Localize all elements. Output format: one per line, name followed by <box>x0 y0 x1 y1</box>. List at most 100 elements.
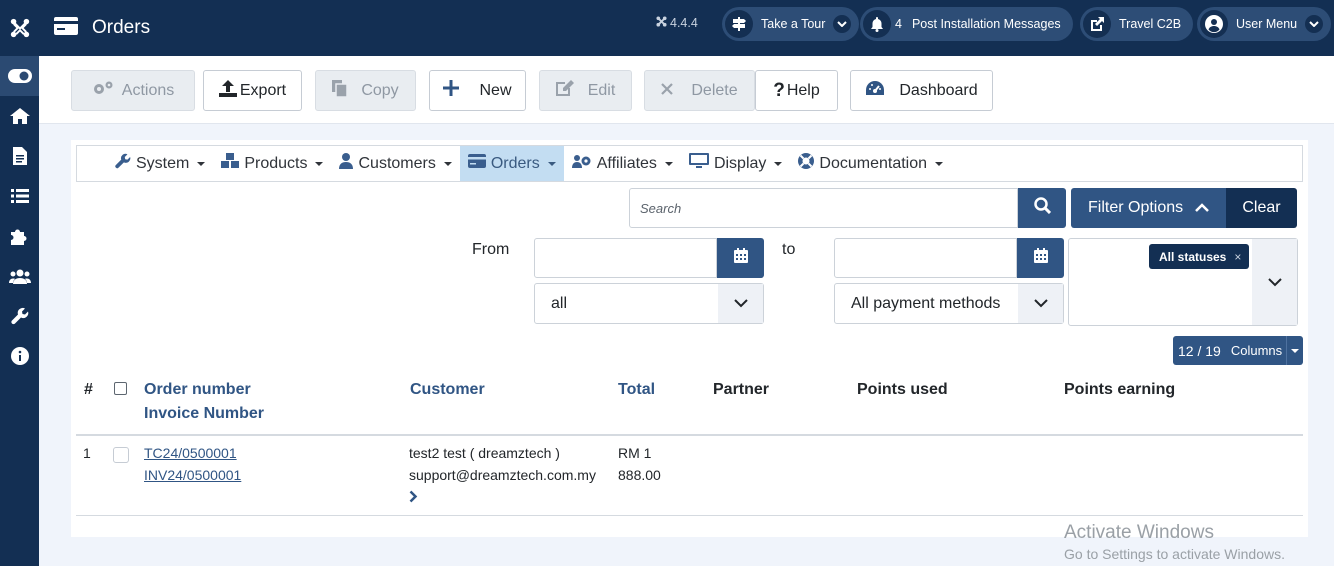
remove-tag-icon[interactable]: × <box>1234 250 1241 264</box>
chevron-down-icon <box>718 284 763 323</box>
export-button[interactable]: Export <box>203 70 302 111</box>
filter-options-button[interactable]: Filter Options <box>1071 188 1226 228</box>
to-date-input[interactable] <box>834 238 1017 278</box>
help-button[interactable]: ? Help <box>755 70 838 111</box>
table-row-divider <box>76 515 1303 516</box>
order-total: RM 1 <box>618 445 652 461</box>
credit-card-icon <box>467 154 486 173</box>
component-menu-bar: System Products Customers Orders Affilia… <box>76 145 1303 182</box>
col-header-points-used: Points used <box>857 381 948 398</box>
order-number-link[interactable]: TC24/0500001 <box>144 445 237 461</box>
plus-icon <box>443 80 460 101</box>
left-sidebar <box>0 0 39 566</box>
delete-button[interactable]: Delete <box>644 70 755 111</box>
row-number: 1 <box>83 445 91 461</box>
gears-icon <box>92 80 114 101</box>
menu-system[interactable]: System <box>107 146 213 181</box>
table-header-divider <box>76 434 1303 436</box>
header-bar: Orders 4.4.4 Take a Tour 4 Post Installa… <box>39 0 1334 56</box>
from-date-input[interactable] <box>534 238 717 278</box>
home-icon[interactable] <box>0 96 39 136</box>
col-header-order-number[interactable]: Order number <box>144 381 251 399</box>
edit-icon <box>555 80 574 101</box>
gauge-icon <box>865 80 885 101</box>
status-multiselect[interactable]: All statuses × <box>1068 238 1298 326</box>
times-icon <box>661 82 674 100</box>
copy-icon <box>332 79 349 102</box>
calendar-icon <box>733 248 748 268</box>
notifications-count: 4 <box>895 17 902 31</box>
clear-button[interactable]: Clear <box>1226 188 1297 228</box>
payment-method-select[interactable]: All payment methods <box>834 283 1064 324</box>
signpost-icon <box>725 10 753 38</box>
monitor-icon <box>688 153 709 174</box>
chevron-up-icon <box>1195 199 1210 217</box>
question-icon: ? <box>773 79 785 101</box>
invoice-number-link[interactable]: INV24/0500001 <box>144 467 241 483</box>
bell-icon <box>863 10 891 38</box>
chevron-down-icon <box>1252 239 1297 325</box>
columns-dropdown-caret[interactable] <box>1286 336 1303 365</box>
edit-button[interactable]: Edit <box>539 70 632 111</box>
menu-affiliates[interactable]: Affiliates <box>564 146 681 181</box>
toolbar: Actions Export Copy New Edit Delete ? He… <box>39 56 1334 124</box>
take-tour-button[interactable]: Take a Tour <box>722 7 860 41</box>
customer-email: support@dreamztech.com.my <box>409 467 596 483</box>
from-calendar-button[interactable] <box>717 238 764 278</box>
dashboard-button[interactable]: Dashboard <box>850 70 993 111</box>
columns-toggle-button[interactable]: 12 / 19 Columns <box>1173 336 1303 365</box>
col-header-customer[interactable]: Customer <box>410 381 485 399</box>
chevron-down-icon <box>1305 15 1324 33</box>
user-circle-icon <box>1200 10 1228 38</box>
col-header-total[interactable]: Total <box>618 381 655 399</box>
type-select[interactable]: all <box>534 283 764 324</box>
col-header-invoice-number[interactable]: Invoice Number <box>144 405 264 423</box>
post-installation-messages-button[interactable]: 4 Post Installation Messages <box>860 7 1073 41</box>
actions-button[interactable]: Actions <box>71 70 195 111</box>
activate-windows-title: Activate Windows <box>1064 522 1214 543</box>
activate-windows-subtitle: Go to Settings to activate Windows. <box>1064 546 1285 562</box>
menu-products[interactable]: Products <box>213 146 331 181</box>
row-checkbox[interactable] <box>113 447 129 463</box>
version-label: 4.4.4 <box>656 16 698 30</box>
select-all-checkbox[interactable] <box>114 382 127 395</box>
components-puzzle-icon[interactable] <box>0 216 39 256</box>
search-input[interactable]: Search <box>629 188 1018 228</box>
search-button[interactable] <box>1018 188 1066 228</box>
menus-list-icon[interactable] <box>0 176 39 216</box>
user-menu-button[interactable]: User Menu <box>1197 7 1332 41</box>
site-link-button[interactable]: Travel C2B <box>1080 7 1194 41</box>
page-title: Orders <box>92 17 151 38</box>
info-icon[interactable] <box>0 336 39 376</box>
col-header-partner: Partner <box>713 381 770 398</box>
new-button[interactable]: New <box>429 70 526 111</box>
system-wrench-icon[interactable] <box>0 296 39 336</box>
calendar-icon <box>1033 248 1048 268</box>
menu-documentation[interactable]: Documentation <box>790 146 951 181</box>
cubes-icon <box>221 153 240 174</box>
menu-display[interactable]: Display <box>681 146 790 181</box>
chevron-down-icon <box>1018 284 1063 323</box>
joomla-logo-icon[interactable] <box>0 0 39 56</box>
users-icon[interactable] <box>0 256 39 296</box>
col-header-num: # <box>84 381 93 398</box>
customer-expand-chevron-icon[interactable] <box>409 490 418 508</box>
menu-orders[interactable]: Orders <box>459 146 564 181</box>
search-icon <box>1033 197 1051 219</box>
wrench-icon <box>115 153 131 174</box>
user-icon <box>339 153 354 174</box>
customer-name: test2 test ( dreamztech ) <box>409 445 560 461</box>
content-icon[interactable] <box>0 136 39 176</box>
chevron-down-icon <box>833 15 852 33</box>
sidebar-toggle-icon[interactable] <box>0 56 39 96</box>
to-label: to <box>782 241 796 258</box>
orders-card-icon <box>54 16 78 40</box>
status-tag: All statuses × <box>1149 244 1250 269</box>
lifebuoy-icon <box>798 153 815 174</box>
menu-customers[interactable]: Customers <box>331 146 459 181</box>
upload-icon <box>218 79 237 102</box>
to-calendar-button[interactable] <box>1017 238 1064 278</box>
copy-button[interactable]: Copy <box>315 70 416 111</box>
external-link-icon <box>1083 10 1111 38</box>
from-label: From <box>472 241 510 258</box>
